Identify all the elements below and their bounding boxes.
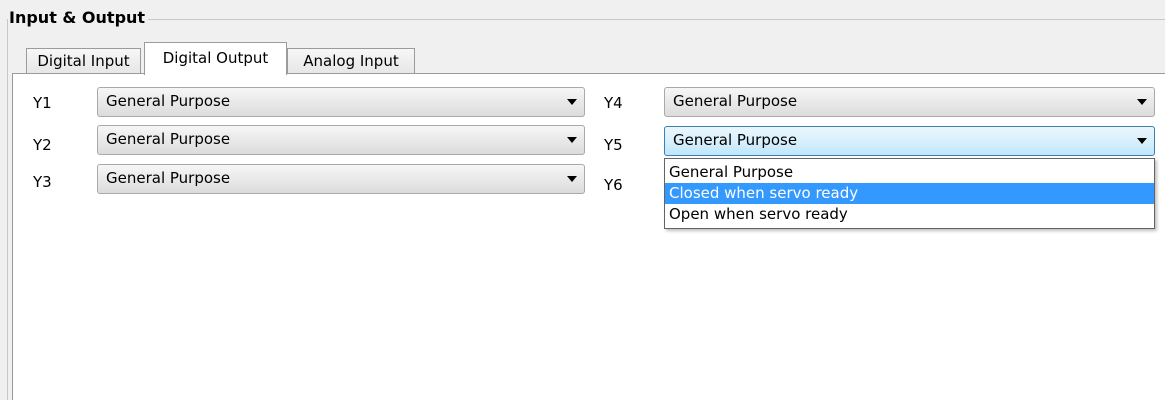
y2-label: Y2 xyxy=(33,136,52,154)
chevron-down-icon xyxy=(567,99,577,105)
chevron-down-icon xyxy=(1137,138,1147,144)
chevron-down-icon xyxy=(567,176,577,182)
y4-select[interactable]: General Purpose xyxy=(664,87,1155,117)
y2-select[interactable]: General Purpose xyxy=(97,125,585,155)
option-open-when-servo-ready[interactable]: Open when servo ready xyxy=(665,204,1154,225)
y5-select-value: General Purpose xyxy=(673,131,798,149)
tab-digital-output[interactable]: Digital Output xyxy=(144,42,287,75)
tab-analog-input[interactable]: Analog Input xyxy=(287,48,415,74)
y5-label: Y5 xyxy=(604,136,623,154)
y4-label: Y4 xyxy=(604,94,623,112)
tab-digital-input[interactable]: Digital Input xyxy=(26,48,141,74)
tab-panel-digital-output xyxy=(12,73,1165,400)
y1-select[interactable]: General Purpose xyxy=(97,87,585,117)
y5-select[interactable]: General Purpose xyxy=(664,126,1155,156)
y3-label: Y3 xyxy=(33,173,52,191)
group-border-left xyxy=(7,19,8,400)
option-general-purpose[interactable]: General Purpose xyxy=(665,162,1154,183)
y4-select-value: General Purpose xyxy=(673,92,798,110)
y3-select-value: General Purpose xyxy=(106,169,231,187)
y6-label: Y6 xyxy=(604,176,623,194)
y1-select-value: General Purpose xyxy=(106,92,231,110)
y2-select-value: General Purpose xyxy=(106,130,231,148)
y5-dropdown-list: General Purpose Closed when servo ready … xyxy=(664,158,1155,229)
group-title: Input & Output xyxy=(8,8,149,27)
chevron-down-icon xyxy=(567,137,577,143)
y3-select[interactable]: General Purpose xyxy=(97,164,585,194)
option-closed-when-servo-ready[interactable]: Closed when servo ready xyxy=(665,183,1154,204)
chevron-down-icon xyxy=(1137,99,1147,105)
y1-label: Y1 xyxy=(33,94,52,112)
group-border-top xyxy=(7,19,1165,20)
